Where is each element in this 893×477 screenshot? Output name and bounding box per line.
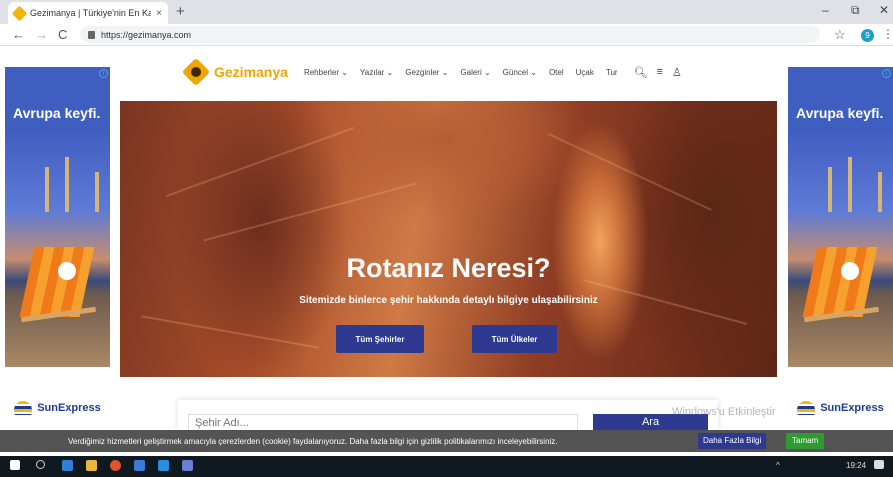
ad-brand-name: SunExpress	[820, 402, 884, 414]
sunexpress-logo-icon	[14, 401, 33, 415]
forward-button[interactable]: →	[35, 27, 48, 42]
nav-tur[interactable]: Tur	[606, 68, 618, 77]
hero-banner: Rotanız Neresi? Sitemizde binlerce şehir…	[120, 101, 777, 377]
bookmark-star-icon[interactable]: ☆	[834, 27, 846, 43]
minimize-button[interactable]: –	[822, 3, 829, 17]
gezimanya-logo-icon[interactable]	[181, 57, 211, 87]
reload-button[interactable]: C	[58, 27, 67, 42]
task-view-icon[interactable]	[62, 460, 73, 471]
sunexpress-logo-icon	[797, 401, 816, 415]
ad-image	[788, 127, 893, 367]
hamburger-menu-icon[interactable]: ≡	[657, 66, 663, 79]
ad-info-icon[interactable]: i	[882, 69, 891, 78]
hero-title: Rotanız Neresi?	[346, 253, 551, 283]
file-explorer-icon[interactable]	[86, 460, 97, 471]
clock[interactable]: 19:24	[846, 461, 866, 470]
search-icon[interactable]	[36, 460, 45, 469]
browser-menu-icon[interactable]: ⋮	[882, 27, 893, 41]
url-text: https://gezimanya.com	[101, 29, 192, 40]
search-icon[interactable]: 🔍︎	[634, 66, 648, 79]
nav-gezginler[interactable]: Gezginler ⌄	[405, 68, 448, 77]
close-window-button[interactable]: ✕	[879, 3, 889, 17]
profile-avatar[interactable]: 9	[861, 29, 874, 42]
ad-image	[5, 127, 110, 367]
ad-info-icon[interactable]: i	[99, 69, 108, 78]
user-icon[interactable]: ♙	[672, 66, 682, 79]
ad-brand-logo: SunExpress	[788, 401, 893, 415]
cookie-message: Verdiğimiz hizmetleri geliştirmek amacıy…	[68, 436, 558, 446]
back-button[interactable]: ←	[12, 27, 25, 42]
nav-icon-group: 🔍︎ ≡ ♙	[634, 66, 682, 79]
chrome-icon[interactable]	[110, 460, 121, 471]
address-bar[interactable]: https://gezimanya.com	[80, 26, 820, 43]
all-countries-button[interactable]: Tüm Ülkeler	[472, 325, 557, 353]
browser-window: Gezimanya | Türkiye'nin En Kapsa × + – ⧉…	[0, 0, 893, 477]
browser-tab[interactable]: Gezimanya | Türkiye'nin En Kapsa ×	[8, 2, 168, 24]
new-tab-button[interactable]: +	[176, 3, 185, 20]
tray-chevron-icon[interactable]: ^	[776, 461, 780, 470]
notification-icon[interactable]	[874, 460, 884, 469]
site-navigation: Gezimanya Rehberler ⌄ Yazılar ⌄ Gezginle…	[180, 57, 720, 87]
browser-toolbar: ← → C https://gezimanya.com ☆ 9 ⋮	[0, 24, 893, 46]
app-icon[interactable]	[182, 460, 193, 471]
right-ad-banner[interactable]: Avrupa keyfi. i SunExpress	[788, 67, 893, 427]
nav-galeri[interactable]: Galeri ⌄	[460, 68, 490, 77]
ad-headline: Avrupa keyfi.	[5, 67, 110, 127]
tab-close-icon[interactable]: ×	[156, 8, 162, 19]
ad-brand-name: SunExpress	[37, 402, 101, 414]
windows-taskbar: ^ 19:24	[0, 456, 893, 477]
ad-brand-logo: SunExpress	[5, 401, 110, 415]
nav-guncel[interactable]: Güncel ⌄	[503, 68, 537, 77]
hero-subtitle: Sitemizde binlerce şehir hakkında detayl…	[299, 295, 598, 306]
windows-activation-watermark: Windows'u Etkinleştir	[672, 406, 776, 418]
windows-start-icon[interactable]	[10, 460, 20, 470]
nav-yazilar[interactable]: Yazılar ⌄	[360, 68, 393, 77]
city-search-input[interactable]	[188, 414, 578, 430]
site-logo[interactable]: Gezimanya	[214, 64, 288, 80]
edge-icon[interactable]	[158, 460, 169, 471]
nav-otel[interactable]: Otel	[549, 68, 564, 77]
cookie-accept-button[interactable]: Tamam	[786, 433, 825, 449]
restore-button[interactable]: ⧉	[851, 3, 860, 18]
nav-rehberler[interactable]: Rehberler ⌄	[304, 68, 348, 77]
tab-title: Gezimanya | Türkiye'nin En Kapsa	[30, 8, 152, 18]
cookie-more-info-button[interactable]: Daha Fazla Bilgi	[698, 433, 767, 449]
left-ad-banner[interactable]: Avrupa keyfi. i SunExpress	[5, 67, 110, 427]
tab-strip: Gezimanya | Türkiye'nin En Kapsa × + – ⧉…	[0, 0, 893, 24]
all-cities-button[interactable]: Tüm Şehirler	[336, 325, 424, 353]
lock-icon	[88, 30, 95, 39]
nav-ucak[interactable]: Uçak	[576, 68, 594, 77]
city-search-card: Ara	[178, 400, 718, 430]
site-favicon-icon	[11, 5, 28, 21]
ad-headline: Avrupa keyfi.	[788, 67, 893, 127]
cookie-consent-bar: Verdiğimiz hizmetleri geliştirmek amacıy…	[0, 430, 893, 452]
store-icon[interactable]	[134, 460, 145, 471]
